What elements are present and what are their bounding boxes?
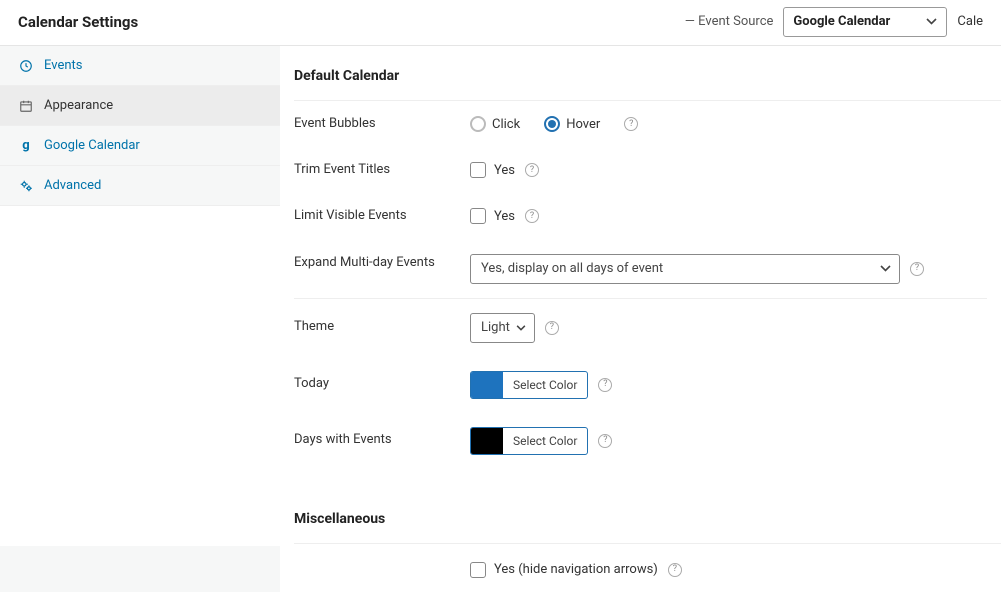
sidebar-item-events[interactable]: Events [0, 46, 280, 86]
event-source-select[interactable]: Google Calendar [783, 7, 947, 37]
color-swatch-days-with [471, 428, 503, 454]
label-limit-events: Limit Visible Events [294, 207, 470, 225]
help-icon[interactable]: ? [598, 378, 612, 392]
truncated-text: Cale [957, 14, 983, 29]
help-icon[interactable]: ? [910, 262, 924, 276]
sidebar-item-label: Appearance [44, 98, 113, 113]
event-source-value: Google Calendar [793, 14, 890, 29]
row-expand-multiday: Expand Multi-day Events Yes, display on … [294, 240, 1001, 298]
help-icon[interactable]: ? [624, 117, 638, 131]
color-picker-days-with[interactable]: Select Color [470, 427, 588, 455]
chevron-down-icon [516, 325, 526, 331]
row-trim-titles: Trim Event Titles Yes ? [294, 147, 1001, 193]
help-icon[interactable]: ? [525, 163, 539, 177]
select-expand-value: Yes, display on all days of event [481, 261, 663, 276]
color-picker-label: Select Color [503, 428, 587, 454]
header-right: — Event Source Google Calendar Cale [685, 7, 983, 37]
row-static-calendar-cut: Yes (hide navigation arrows) ? [294, 544, 1001, 592]
section-title-miscellaneous: Miscellaneous [294, 489, 1001, 544]
sidebar-item-google-calendar[interactable]: g Google Calendar [0, 126, 280, 166]
calendar-icon [18, 99, 34, 113]
checkbox-trim-label: Yes [494, 163, 515, 178]
checkbox-limit-label: Yes [494, 209, 515, 224]
sidebar-item-appearance[interactable]: Appearance [0, 86, 280, 126]
sidebar-item-label: Events [44, 58, 82, 73]
sidebar: Events Appearance g Google Calendar Adva… [0, 46, 280, 592]
help-icon[interactable]: ? [545, 321, 559, 335]
header-bar: Calendar Settings — Event Source Google … [0, 0, 1001, 46]
select-theme[interactable]: Light [470, 313, 535, 343]
checkbox-limit-yes[interactable]: Yes [470, 208, 515, 224]
select-theme-value: Light [481, 320, 510, 335]
section-title-default-calendar: Default Calendar [294, 46, 1001, 101]
select-expand-multiday[interactable]: Yes, display on all days of event [470, 254, 900, 284]
page-title: Calendar Settings [18, 13, 138, 31]
help-icon[interactable]: ? [525, 209, 539, 223]
label-trim-titles: Trim Event Titles [294, 161, 470, 179]
checkbox-hide-nav[interactable]: Yes (hide navigation arrows) [470, 562, 658, 578]
color-picker-label: Select Color [503, 372, 587, 398]
clock-icon [18, 59, 34, 73]
sidebar-item-advanced[interactable]: Advanced [0, 166, 280, 206]
row-limit-events: Limit Visible Events Yes ? [294, 193, 1001, 239]
label-event-bubbles: Event Bubbles [294, 115, 470, 133]
google-icon: g [18, 138, 34, 153]
radio-hover-label: Hover [566, 117, 600, 132]
gears-icon [18, 179, 34, 193]
sidebar-item-label: Advanced [44, 178, 101, 193]
chevron-down-icon [880, 265, 891, 272]
label-today: Today [294, 375, 470, 393]
label-theme: Theme [294, 318, 470, 336]
body: Events Appearance g Google Calendar Adva… [0, 46, 1001, 592]
radio-click[interactable]: Click [470, 116, 520, 132]
color-swatch-today [471, 372, 503, 398]
help-icon[interactable]: ? [598, 434, 612, 448]
label-days-with: Days with Events [294, 431, 470, 449]
help-icon[interactable]: ? [668, 563, 682, 577]
sidebar-item-label: Google Calendar [44, 138, 140, 153]
checkbox-trim-yes[interactable]: Yes [470, 162, 515, 178]
row-today-color: Today Select Color ? [294, 357, 1001, 413]
chevron-down-icon [926, 18, 937, 25]
checkbox-hide-nav-label: Yes (hide navigation arrows) [494, 562, 658, 577]
row-days-with-events-color: Days with Events Select Color ? [294, 413, 1001, 469]
color-picker-today[interactable]: Select Color [470, 371, 588, 399]
event-source-label: — Event Source [685, 14, 774, 29]
row-theme: Theme Light ? [294, 299, 1001, 357]
main-content: Default Calendar Event Bubbles Click Hov… [280, 46, 1001, 592]
radio-hover[interactable]: Hover [544, 116, 600, 132]
radio-click-label: Click [492, 117, 520, 132]
row-event-bubbles: Event Bubbles Click Hover ? [294, 101, 1001, 147]
label-expand: Expand Multi-day Events [294, 254, 470, 272]
